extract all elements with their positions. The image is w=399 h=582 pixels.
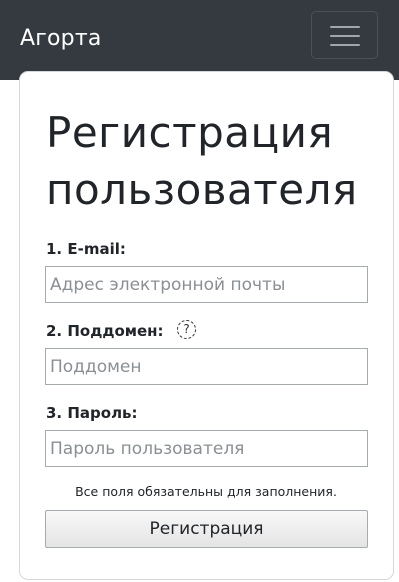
email-field[interactable] [45,266,368,303]
navbar: Агорта [0,0,399,80]
email-label: 1. E-mail: [46,240,126,258]
register-button[interactable]: Регистрация [45,510,368,548]
subdomain-label: 2. Поддомен: [46,322,164,340]
subdomain-field[interactable] [45,348,368,385]
required-fields-note: Все поля обязательны для заполнения. [75,484,337,499]
navbar-toggler-button[interactable] [311,11,378,59]
password-label: 3. Пароль: [46,404,138,422]
question-circle-icon[interactable]: ? [177,320,196,339]
password-field[interactable] [45,430,368,467]
page-title: Регистрация пользователя [46,108,358,214]
brand-link[interactable]: Агорта [20,22,102,56]
